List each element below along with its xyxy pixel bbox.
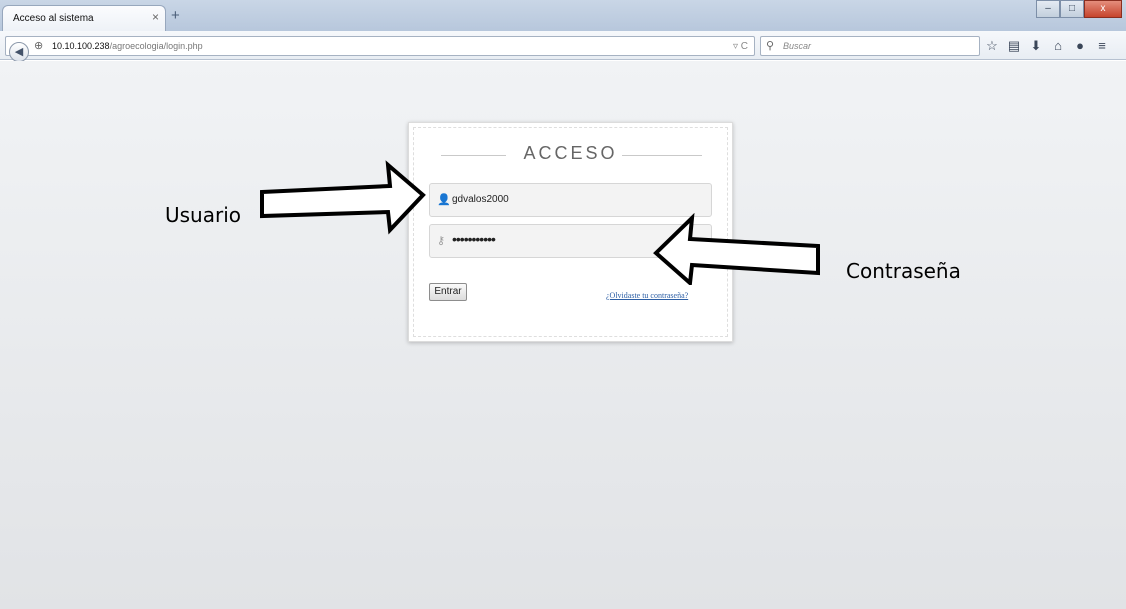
password-value: ••••••••••• bbox=[452, 231, 496, 247]
entrar-button[interactable]: Entrar bbox=[429, 283, 467, 301]
url-path: /agroecologia/login.php bbox=[109, 41, 203, 51]
annotation-arrow-left bbox=[653, 213, 820, 285]
tab-title: Acceso al sistema bbox=[13, 13, 94, 24]
download-icon[interactable]: ⬇ bbox=[1029, 37, 1043, 54]
login-title: ACCESO bbox=[523, 143, 618, 163]
key-icon: ⚷ bbox=[437, 235, 446, 247]
home-icon[interactable]: ⌂ bbox=[1051, 37, 1065, 54]
toolbar-icons: ☆ ▤ ⬇ ⌂ ● ≡ bbox=[985, 37, 1109, 54]
url-text[interactable]: 10.10.100.238/agroecologia/login.php bbox=[52, 41, 203, 51]
close-window-button[interactable]: x bbox=[1084, 0, 1122, 18]
tab-acceso[interactable]: Acceso al sistema × bbox=[2, 5, 166, 31]
reload-icon[interactable]: ▿ C bbox=[733, 40, 748, 53]
address-bar[interactable]: ◀ ⊕ 10.10.100.238/agroecologia/login.php… bbox=[5, 36, 755, 62]
search-bar[interactable]: ⚲ Buscar bbox=[760, 36, 980, 56]
back-arrow-icon[interactable]: ◀ bbox=[9, 42, 29, 62]
close-tab-icon[interactable]: × bbox=[152, 10, 159, 24]
maximize-button[interactable]: □ bbox=[1060, 0, 1084, 18]
tab-strip: Acceso al sistema × + – □ x bbox=[0, 0, 1126, 31]
search-placeholder: Buscar bbox=[783, 41, 812, 51]
star-icon[interactable]: ☆ bbox=[985, 37, 999, 54]
new-tab-icon[interactable]: + bbox=[171, 8, 180, 23]
annotation-contrasena-label: Contraseña bbox=[846, 259, 961, 283]
forgot-password-link[interactable]: ¿Olvidaste tu contraseña? bbox=[606, 291, 688, 300]
username-value: gdvalos2000 bbox=[452, 194, 509, 205]
annotation-usuario-label: Usuario bbox=[165, 203, 242, 227]
url-host: 10.10.100.238 bbox=[52, 41, 110, 51]
minimize-button[interactable]: – bbox=[1036, 0, 1060, 18]
menu-icon[interactable]: ≡ bbox=[1095, 37, 1109, 54]
chat-icon[interactable]: ● bbox=[1073, 37, 1087, 54]
search-icon: ⚲ bbox=[766, 40, 775, 52]
annotation-arrow-right bbox=[260, 160, 426, 235]
window-controls: – □ x bbox=[1036, 0, 1122, 18]
reading-list-icon[interactable]: ▤ bbox=[1007, 37, 1021, 54]
user-icon: 👤 bbox=[437, 194, 451, 206]
username-field[interactable]: 👤 gdvalos2000 bbox=[429, 183, 712, 217]
globe-icon: ⊕ bbox=[34, 40, 44, 52]
navigation-bar: ◀ ⊕ 10.10.100.238/agroecologia/login.php… bbox=[0, 31, 1126, 62]
